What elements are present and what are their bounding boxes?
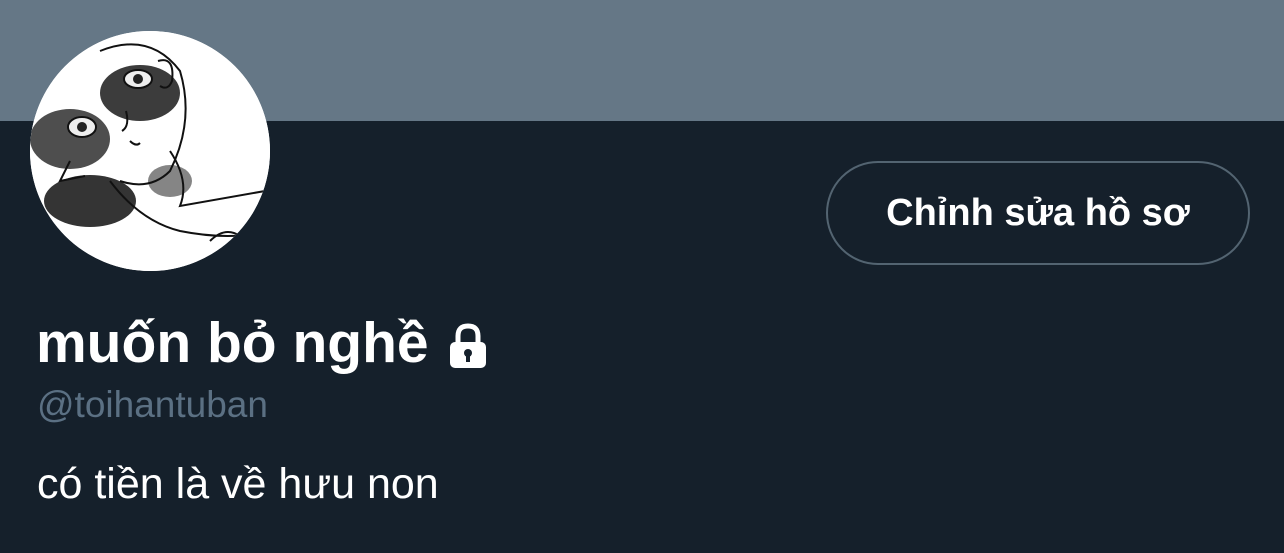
display-name-row: muốn bỏ nghề (36, 308, 493, 378)
profile-bio: có tiền là về hưu non (37, 460, 439, 508)
user-handle: @toihantuban (37, 384, 268, 425)
edit-profile-button[interactable]: Chỉnh sửa hồ sơ (826, 161, 1250, 265)
sketch-portrait-avatar (30, 31, 270, 271)
lock-icon (443, 321, 493, 371)
avatar[interactable] (30, 31, 270, 271)
profile-header: Chỉnh sửa hồ sơ muốn bỏ nghề @toihantuba… (0, 0, 1284, 553)
display-name: muốn bỏ nghề (36, 311, 429, 375)
